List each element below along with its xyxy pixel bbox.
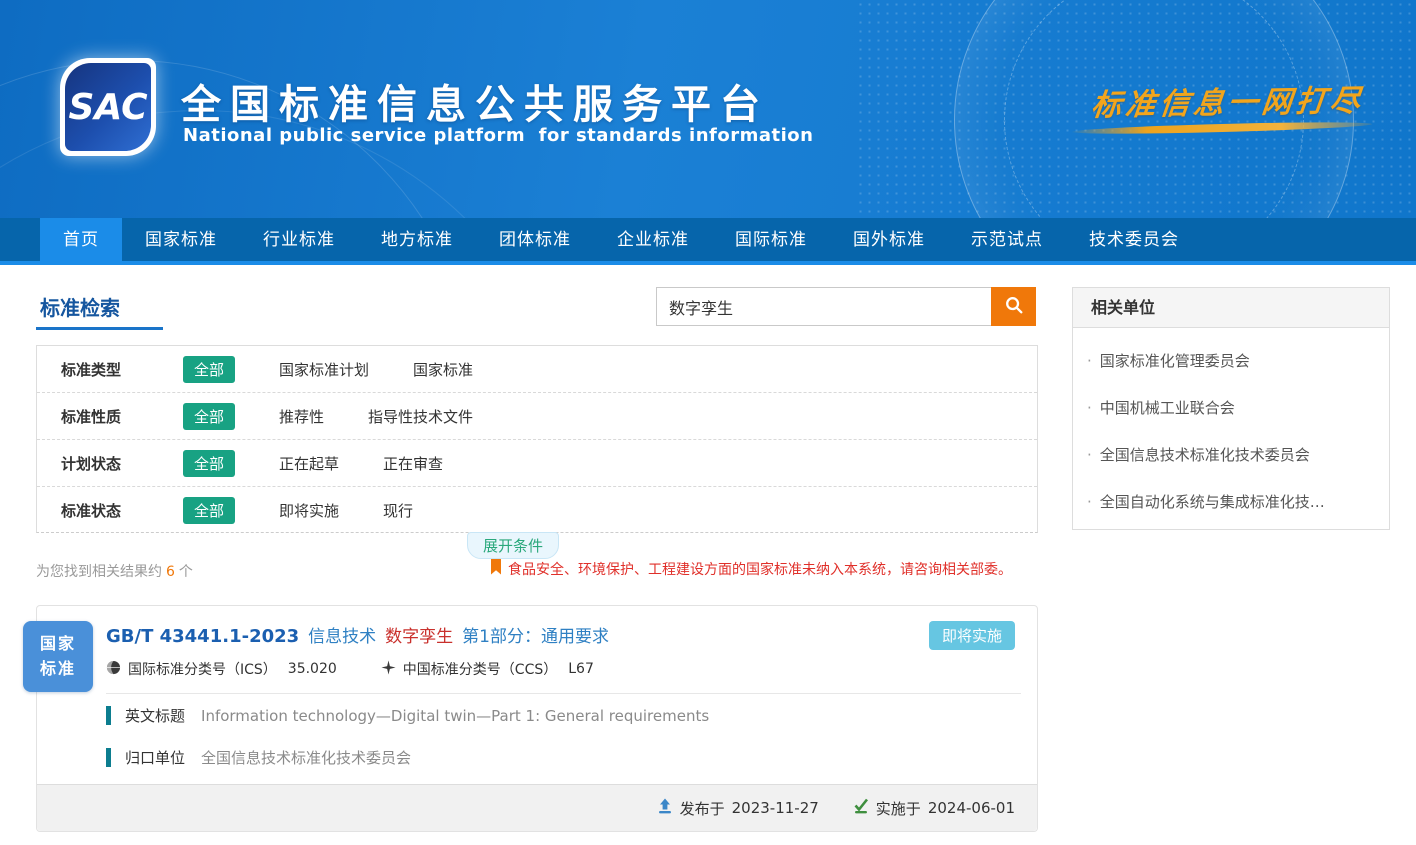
published-value: 2023-11-27 bbox=[732, 799, 819, 817]
sac-logo-text: SAC bbox=[68, 87, 147, 128]
slogan-text: 标准信息一网打尽 bbox=[1089, 76, 1366, 125]
field-value: 全国信息技术标准化技术委员会 bbox=[201, 747, 411, 768]
nav-item-pilot[interactable]: 示范试点 bbox=[948, 218, 1066, 265]
badge-line2: 标准 bbox=[40, 657, 76, 682]
standard-code[interactable]: GB/T 43441.1-2023 bbox=[106, 626, 299, 647]
ics-value: 35.020 bbox=[288, 661, 337, 677]
standard-title-pre[interactable]: 信息技术 bbox=[308, 622, 376, 647]
card-footer: 发布于 2023-11-27 实施于 2024-06-01 bbox=[37, 784, 1037, 831]
field-accent-bar bbox=[106, 748, 111, 767]
national-standard-badge: 国家 标准 bbox=[23, 621, 93, 692]
title-underline bbox=[36, 327, 163, 330]
filter-label: 标准性质 bbox=[61, 406, 145, 427]
filter-option[interactable]: 国家标准 bbox=[413, 359, 473, 380]
filter-option[interactable]: 国家标准计划 bbox=[279, 359, 369, 380]
search-icon bbox=[1004, 295, 1024, 318]
filter-row-standard-status: 标准状态 全部 即将实施 现行 bbox=[37, 487, 1037, 534]
filter-option[interactable]: 指导性技术文件 bbox=[368, 406, 473, 427]
nav-item-foreign-standards[interactable]: 国外标准 bbox=[830, 218, 948, 265]
filter-option[interactable]: 正在审查 bbox=[383, 453, 443, 474]
filter-label: 标准状态 bbox=[61, 500, 145, 521]
page: SAC 全国标准信息公共服务平台 National public service… bbox=[0, 0, 1416, 845]
notice-banner: 食品安全、环境保护、工程建设方面的国家标准未纳入本系统，请咨询相关部委。 bbox=[490, 559, 1012, 579]
nav-item-home[interactable]: 首页 bbox=[40, 218, 122, 265]
filter-all-badge[interactable]: 全部 bbox=[183, 403, 235, 430]
filter-option[interactable]: 推荐性 bbox=[279, 406, 324, 427]
classification-row: 国际标准分类号（ICS） 35.020 中国标准分类号（CCS） L67 bbox=[106, 659, 594, 679]
ccs-label: 中国标准分类号（CCS） bbox=[403, 659, 557, 679]
compass-icon bbox=[381, 660, 396, 679]
published-label: 发布于 bbox=[680, 798, 725, 819]
implement-check-icon bbox=[853, 798, 869, 818]
sidebar-item-machinery-federation[interactable]: 中国机械工业联合会 bbox=[1087, 397, 1375, 418]
field-row-competent-unit: 归口单位 全国信息技术标准化技术委员会 bbox=[106, 747, 411, 768]
standard-title[interactable]: GB/T 43441.1-2023 信息技术 数字孪生 第1部分：通用要求 bbox=[106, 622, 609, 647]
nav-item-technical-committee[interactable]: 技术委员会 bbox=[1066, 218, 1202, 265]
publish-icon bbox=[657, 798, 673, 818]
sidebar-item-it-standardization-committee[interactable]: 全国信息技术标准化技术委员会 bbox=[1087, 444, 1375, 465]
sidebar-item-sac[interactable]: 国家标准化管理委员会 bbox=[1087, 350, 1375, 371]
standard-title-highlight[interactable]: 数字孪生 bbox=[385, 622, 453, 647]
nav-item-enterprise-standards[interactable]: 企业标准 bbox=[594, 218, 712, 265]
result-count-prefix: 为您找到相关结果约 bbox=[36, 564, 162, 580]
related-units-title: 相关单位 bbox=[1073, 288, 1389, 328]
search-bar bbox=[656, 287, 1036, 326]
filter-all-badge[interactable]: 全部 bbox=[183, 356, 235, 383]
filter-label: 标准类型 bbox=[61, 359, 145, 380]
filter-option[interactable]: 正在起草 bbox=[279, 453, 339, 474]
related-units-panel: 相关单位 国家标准化管理委员会 中国机械工业联合会 全国信息技术标准化技术委员会… bbox=[1072, 287, 1390, 530]
filter-label: 计划状态 bbox=[61, 453, 145, 474]
filter-all-badge[interactable]: 全部 bbox=[183, 450, 235, 477]
field-value: Information technology—Digital twin—Part… bbox=[201, 707, 709, 725]
standard-title-post[interactable]: 第1部分：通用要求 bbox=[462, 622, 609, 647]
nav-item-local-standards[interactable]: 地方标准 bbox=[358, 218, 476, 265]
filter-all-badge[interactable]: 全部 bbox=[183, 497, 235, 524]
ccs-value: L67 bbox=[568, 661, 594, 677]
implemented-date: 实施于 2024-06-01 bbox=[853, 798, 1015, 819]
field-row-english-title: 英文标题 Information technology—Digital twin… bbox=[106, 705, 709, 726]
implemented-label: 实施于 bbox=[876, 798, 921, 819]
nav-item-group-standards[interactable]: 团体标准 bbox=[476, 218, 594, 265]
implemented-value: 2024-06-01 bbox=[928, 799, 1015, 817]
page-title: 标准检索 bbox=[40, 292, 120, 321]
search-input[interactable] bbox=[656, 287, 991, 326]
main-nav: 首页 国家标准 行业标准 地方标准 团体标准 企业标准 国际标准 国外标准 示范… bbox=[0, 218, 1416, 265]
site-subtitle: National public service platform for sta… bbox=[183, 125, 813, 146]
nav-items: 首页 国家标准 行业标准 地方标准 团体标准 企业标准 国际标准 国外标准 示范… bbox=[40, 218, 1202, 265]
filter-option[interactable]: 现行 bbox=[383, 500, 413, 521]
nav-item-international-standards[interactable]: 国际标准 bbox=[712, 218, 830, 265]
filter-row-plan-status: 计划状态 全部 正在起草 正在审查 bbox=[37, 440, 1037, 487]
sac-logo-inner: SAC bbox=[65, 63, 151, 151]
expand-conditions-button[interactable]: 展开条件 bbox=[467, 532, 559, 559]
filter-row-standard-type: 标准类型 全部 国家标准计划 国家标准 bbox=[37, 346, 1037, 393]
ccs-classification: 中国标准分类号（CCS） L67 bbox=[381, 659, 594, 679]
field-accent-bar bbox=[106, 706, 111, 725]
search-button[interactable] bbox=[991, 287, 1036, 326]
field-label: 归口单位 bbox=[125, 747, 185, 768]
nav-item-national-standards[interactable]: 国家标准 bbox=[122, 218, 240, 265]
notice-text: 食品安全、环境保护、工程建设方面的国家标准未纳入本系统，请咨询相关部委。 bbox=[508, 559, 1012, 579]
filter-panel: 标准类型 全部 国家标准计划 国家标准 标准性质 全部 推荐性 指导性技术文件 … bbox=[36, 345, 1038, 533]
card-divider bbox=[106, 693, 1021, 694]
sac-logo[interactable]: SAC bbox=[60, 58, 156, 156]
site-title: 全国标准信息公共服务平台 bbox=[181, 72, 769, 130]
bookmark-icon bbox=[490, 559, 502, 579]
ics-label: 国际标准分类号（ICS） bbox=[128, 659, 277, 679]
filter-row-standard-nature: 标准性质 全部 推荐性 指导性技术文件 bbox=[37, 393, 1037, 440]
nav-item-industry-standards[interactable]: 行业标准 bbox=[240, 218, 358, 265]
sidebar-item-automation-systems-committee[interactable]: 全国自动化系统与集成标准化技… bbox=[1087, 491, 1375, 512]
status-badge: 即将实施 bbox=[929, 621, 1015, 650]
result-count-number: 6 bbox=[166, 564, 175, 580]
ics-classification: 国际标准分类号（ICS） 35.020 bbox=[106, 659, 337, 679]
field-label: 英文标题 bbox=[125, 705, 185, 726]
site-header: SAC 全国标准信息公共服务平台 National public service… bbox=[0, 0, 1416, 218]
badge-line1: 国家 bbox=[40, 632, 76, 657]
globe-icon bbox=[106, 660, 121, 679]
result-count-suffix: 个 bbox=[179, 564, 193, 580]
standard-result-card: 国家 标准 GB/T 43441.1-2023 信息技术 数字孪生 第1部分：通… bbox=[36, 605, 1038, 832]
related-units-list: 国家标准化管理委员会 中国机械工业联合会 全国信息技术标准化技术委员会 全国自动… bbox=[1073, 328, 1389, 512]
filter-option[interactable]: 即将实施 bbox=[279, 500, 339, 521]
result-count: 为您找到相关结果约6个 bbox=[36, 561, 193, 581]
published-date: 发布于 2023-11-27 bbox=[657, 798, 819, 819]
